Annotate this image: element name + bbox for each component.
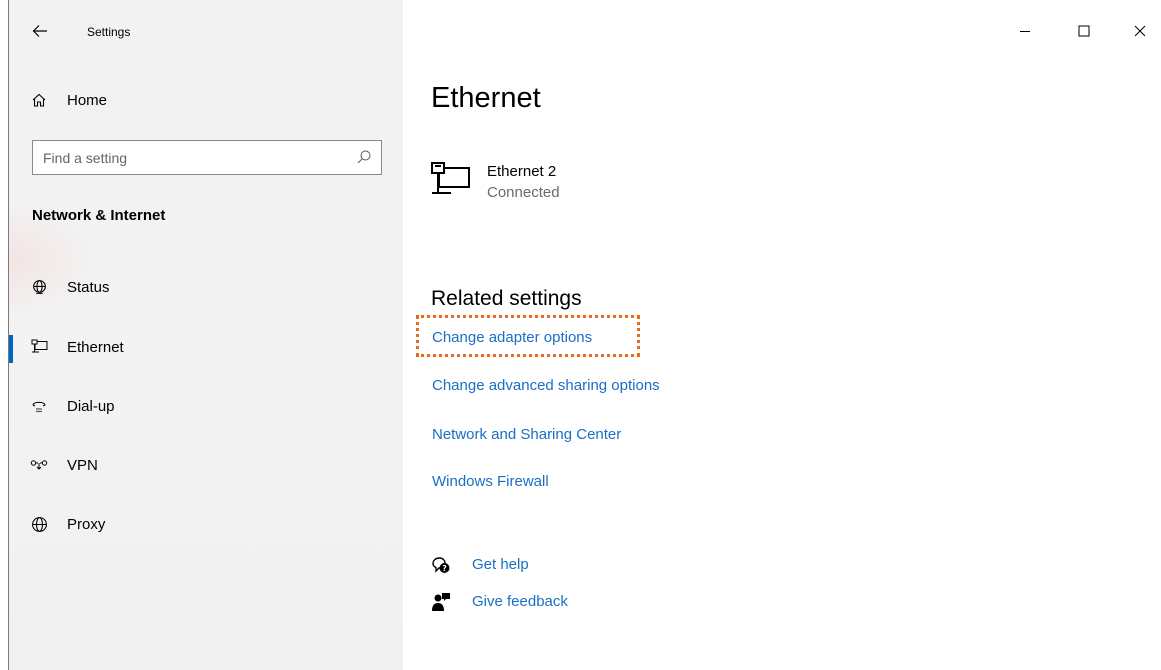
network-status: Connected bbox=[487, 184, 560, 201]
close-icon bbox=[1134, 25, 1146, 37]
sidebar-item-label: Ethernet bbox=[67, 338, 124, 356]
sidebar-section-title: Network & Internet bbox=[32, 207, 166, 224]
settings-window: Settings Home Network & Internet bbox=[0, 0, 1161, 670]
ethernet-network-icon bbox=[431, 162, 470, 194]
change-adapter-options-link[interactable]: Change adapter options bbox=[432, 329, 592, 346]
sidebar-item-proxy[interactable]: Proxy bbox=[9, 504, 403, 544]
change-advanced-sharing-link[interactable]: Change advanced sharing options bbox=[432, 377, 660, 394]
status-globe-icon bbox=[30, 278, 48, 296]
sidebar-item-home[interactable]: Home bbox=[9, 80, 403, 120]
related-settings-heading: Related settings bbox=[431, 287, 582, 310]
search-box bbox=[32, 140, 382, 175]
search-icon[interactable] bbox=[356, 149, 372, 165]
windows-firewall-link[interactable]: Windows Firewall bbox=[432, 473, 549, 490]
sidebar-home-label: Home bbox=[67, 91, 108, 109]
ethernet-icon bbox=[30, 338, 48, 356]
give-feedback-label: Give feedback bbox=[472, 593, 568, 610]
window-title: Settings bbox=[87, 25, 131, 39]
network-item[interactable]: Ethernet 2 Connected bbox=[431, 160, 651, 204]
proxy-globe-icon bbox=[30, 515, 48, 533]
svg-text:?: ? bbox=[442, 564, 446, 573]
network-sharing-center-link[interactable]: Network and Sharing Center bbox=[432, 426, 621, 443]
close-button[interactable] bbox=[1127, 18, 1153, 44]
get-help-label: Get help bbox=[472, 556, 529, 573]
sidebar-item-label: Status bbox=[67, 278, 110, 296]
network-name: Ethernet 2 bbox=[487, 163, 557, 180]
sidebar-item-status[interactable]: Status bbox=[9, 267, 403, 307]
sidebar-item-label: Dial-up bbox=[67, 397, 115, 415]
sidebar-item-label: VPN bbox=[67, 456, 98, 474]
back-arrow-icon bbox=[32, 25, 47, 37]
page-title: Ethernet bbox=[431, 82, 541, 114]
dialup-icon bbox=[30, 397, 48, 415]
sidebar-item-label: Proxy bbox=[67, 515, 106, 533]
back-button[interactable] bbox=[30, 20, 50, 42]
sidebar-item-vpn[interactable]: VPN bbox=[9, 445, 403, 485]
search-input[interactable] bbox=[33, 142, 333, 173]
minimize-button[interactable] bbox=[1012, 18, 1038, 44]
get-help-icon: ? bbox=[432, 557, 450, 573]
minimize-icon bbox=[1020, 31, 1030, 32]
maximize-button[interactable] bbox=[1071, 18, 1097, 44]
vpn-icon bbox=[30, 456, 48, 474]
sidebar-item-dialup[interactable]: Dial-up bbox=[9, 386, 403, 426]
home-icon bbox=[30, 91, 48, 109]
sidebar-item-ethernet[interactable]: Ethernet bbox=[9, 327, 403, 367]
give-feedback-icon bbox=[432, 593, 450, 611]
maximize-icon bbox=[1078, 25, 1090, 37]
